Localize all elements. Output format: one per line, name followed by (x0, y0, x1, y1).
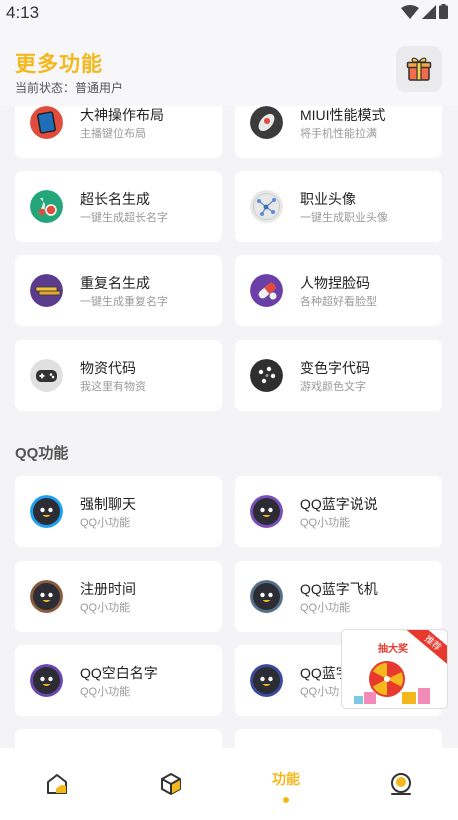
network-icon (250, 190, 283, 223)
penguin-icon (30, 495, 63, 528)
palette-icon (250, 359, 283, 392)
nav-discover[interactable] (114, 748, 228, 820)
card-title: 重复名生成 (80, 275, 150, 291)
card-subtitle: 一键生成职业头像 (300, 212, 388, 224)
card-subtitle: 一键生成重复名字 (80, 296, 168, 308)
lottery-promo-banner[interactable]: 抽大奖 推荐 (341, 629, 448, 709)
card-force-chat[interactable]: 强制聊天 QQ小功能 (15, 476, 222, 547)
card-title: 注册时间 (80, 581, 136, 597)
nav-profile[interactable] (344, 748, 458, 820)
card-qq-blank-name[interactable]: QQ空白名字 QQ小功能 (15, 645, 222, 716)
gift-button[interactable] (396, 46, 442, 92)
card-color-text[interactable]: 变色字代码 游戏颜色文字 (235, 340, 442, 411)
card-job-avatar[interactable]: 职业头像 一键生成职业头像 (235, 171, 442, 242)
gamepad-icon (30, 359, 63, 392)
bars-icon (30, 274, 63, 307)
gift-icon (406, 57, 432, 81)
card-subtitle: 主播键位布局 (80, 128, 146, 140)
penguin-icon (30, 580, 63, 613)
card-subtitle: 我这里有物资 (80, 381, 146, 393)
flask-icon (30, 190, 63, 223)
card-miui-mode[interactable]: MIUI性能模式 将手机性能拉满 (235, 106, 442, 158)
card-subtitle: QQ小功能 (80, 517, 131, 529)
card-title: 变色字代码 (300, 360, 370, 376)
home-icon (47, 774, 67, 794)
prize-wheel-icon (354, 661, 430, 704)
card-supply-code[interactable]: 物资代码 我这里有物资 (15, 340, 222, 411)
battery-icon (439, 4, 448, 19)
user-status: 当前状态：普通用户 (15, 81, 124, 95)
card-subtitle: QQ小功能 (80, 602, 131, 614)
card-title: MIUI性能模式 (300, 107, 386, 123)
card-partial[interactable] (235, 729, 442, 748)
profile-icon (391, 773, 411, 795)
penguin-icon (250, 495, 283, 528)
card-long-name[interactable]: 超长名生成 一键生成超长名字 (15, 171, 222, 242)
card-duplicate-name[interactable]: 重复名生成 一键生成重复名字 (15, 255, 222, 326)
card-subtitle: 将手机性能拉满 (300, 128, 377, 140)
card-subtitle: 各种超好看脸型 (300, 296, 377, 308)
card-subtitle: QQ小功 (300, 686, 340, 698)
penguin-icon (250, 580, 283, 613)
capsule-icon (250, 274, 283, 307)
card-title: 大神操作布局 (80, 107, 164, 123)
card-qq-blue-post[interactable]: QQ蓝字说说 QQ小功能 (235, 476, 442, 547)
signal-icon (422, 4, 436, 19)
card-title: QQ蓝字飞机 (300, 581, 378, 597)
nav-active-indicator (283, 797, 289, 803)
nav-features[interactable]: 功能 (229, 748, 343, 820)
card-title: 职业头像 (300, 191, 356, 207)
tablet-icon (30, 106, 63, 139)
page-title: 更多功能 (15, 53, 103, 76)
card-subtitle: 游戏颜色文字 (300, 381, 366, 393)
wifi-icon (401, 4, 419, 19)
card-partial[interactable] (15, 729, 222, 748)
status-icons (401, 4, 448, 19)
card-title: 强制聊天 (80, 496, 136, 512)
card-subtitle: QQ小功能 (300, 517, 351, 529)
card-subtitle: QQ小功能 (300, 602, 351, 614)
card-title: 超长名生成 (80, 191, 150, 207)
card-subtitle: 一键生成超长名字 (80, 212, 168, 224)
status-time: 4:13 (6, 3, 40, 22)
card-layout[interactable]: 大神操作布局 主播键位布局 (15, 106, 222, 158)
status-bar: 4:13 (0, 0, 458, 26)
bottom-nav: 功能 (0, 748, 458, 820)
penguin-icon (30, 664, 63, 697)
nav-home[interactable] (0, 748, 114, 820)
card-qq-blue-plane[interactable]: QQ蓝字飞机 QQ小功能 (235, 561, 442, 632)
card-title: QQ空白名字 (80, 665, 158, 681)
card-subtitle: QQ小功能 (80, 686, 131, 698)
card-title: 物资代码 (80, 360, 136, 376)
card-register-time[interactable]: 注册时间 QQ小功能 (15, 561, 222, 632)
card-face-code[interactable]: 人物捏脸码 各种超好看脸型 (235, 255, 442, 326)
card-title: 人物捏脸码 (300, 275, 370, 291)
section-title-qq: QQ功能 (15, 445, 69, 462)
cube-icon (161, 773, 181, 795)
nav-features-label: 功能 (272, 771, 300, 787)
header: 更多功能 当前状态：普通用户 (0, 26, 458, 106)
penguin-icon (250, 664, 283, 697)
rocket-icon (250, 106, 283, 139)
card-title: QQ蓝字说说 (300, 496, 378, 512)
